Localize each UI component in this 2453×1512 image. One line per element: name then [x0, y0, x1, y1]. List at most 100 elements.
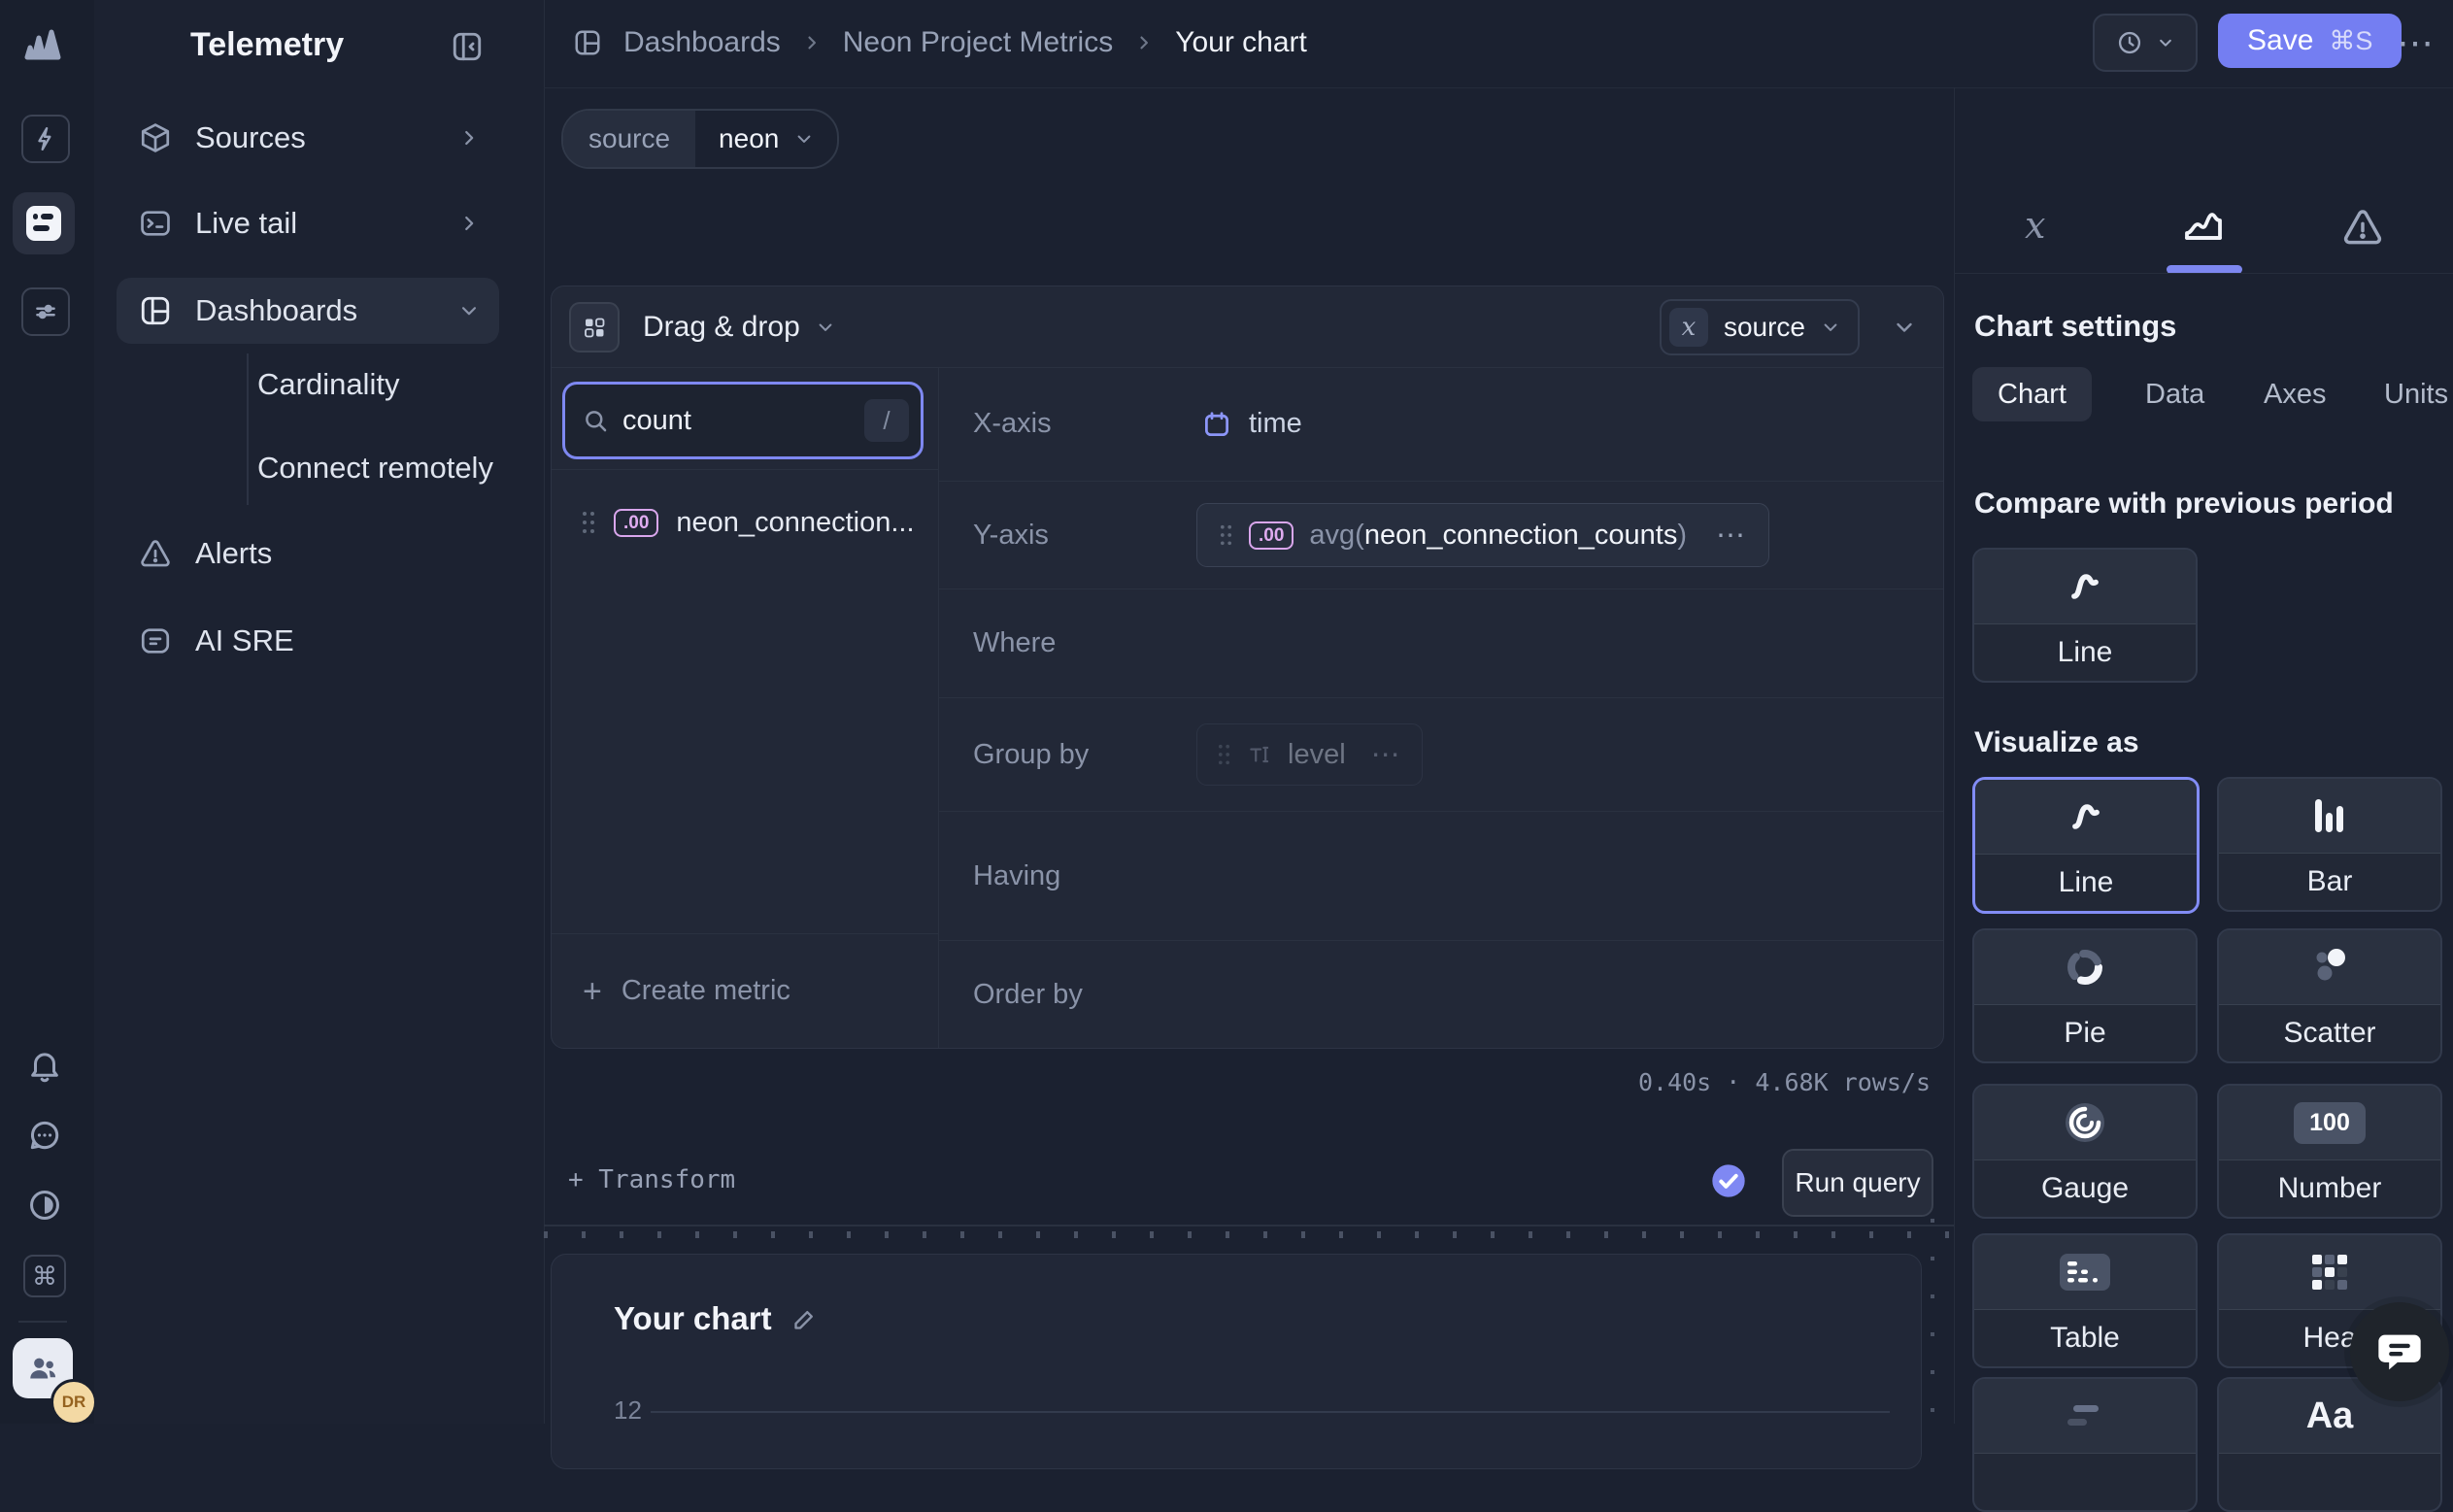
visualize-option-gauge[interactable]: Gauge	[1972, 1084, 2198, 1219]
chip-menu-icon[interactable]: ⋯	[1716, 519, 1747, 553]
heatmap-icon	[2308, 1251, 2351, 1294]
theme-contrast-icon[interactable]	[26, 1187, 63, 1224]
tab-chart[interactable]: Chart	[1972, 367, 2092, 421]
filter-value: neon	[719, 123, 779, 154]
sidebar-item-sources[interactable]: Sources	[94, 105, 544, 171]
collapse-sidebar-icon[interactable]	[450, 29, 485, 64]
stat-bars-icon	[2064, 1399, 2106, 1432]
edit-pencil-icon[interactable]	[791, 1306, 818, 1332]
query-builder-nav-icon[interactable]	[13, 192, 75, 254]
filter-key: source	[563, 111, 695, 167]
chat-fab[interactable]	[2350, 1302, 2449, 1401]
visualize-option-table[interactable]: Table	[1972, 1233, 2198, 1368]
source-filter-chip[interactable]: source neon	[561, 109, 839, 169]
scope-variable-pill[interactable]: x source	[1660, 299, 1860, 355]
query-builder-header: Drag & drop x source	[552, 286, 1943, 368]
sidebar-item-connect-remotely[interactable]: Connect remotely	[257, 451, 493, 486]
breadcrumb-board[interactable]: Neon Project Metrics	[843, 26, 1113, 59]
drag-drop-mode-icon[interactable]	[569, 302, 620, 353]
sidebar-item-dashboards[interactable]: Dashboards	[94, 278, 544, 344]
visualize-option-scatter[interactable]: Scatter	[2217, 928, 2442, 1063]
y-axis-row[interactable]: Y-axis .00 avg(neon_connection_counts) ⋯	[938, 481, 1943, 588]
number-100-icon: 100	[2294, 1102, 2366, 1144]
plus-icon: +	[583, 975, 602, 1008]
sliders-icon[interactable]	[21, 287, 70, 336]
breadcrumb-dashboards[interactable]: Dashboards	[623, 26, 781, 59]
group-by-chip[interactable]: level ⋯	[1196, 723, 1423, 786]
chart-tab-icon[interactable]	[2180, 202, 2227, 249]
more-menu-icon[interactable]: ⋯	[2397, 21, 2436, 65]
add-transform-button[interactable]: + Transform	[568, 1165, 735, 1194]
visualize-option-line[interactable]: Line	[1972, 777, 2200, 914]
where-row[interactable]: Where	[938, 588, 1943, 697]
time-range-button[interactable]	[2093, 14, 2198, 72]
compare-heading: Compare with previous period	[1974, 487, 2394, 521]
collapse-builder-icon[interactable]	[1893, 316, 1916, 339]
chevron-right-icon	[802, 33, 822, 52]
sidebar-item-ai-sre[interactable]: AI SRE	[94, 608, 544, 674]
metric-list-item[interactable]: .00 neon_connection...	[581, 493, 915, 552]
query-valid-check-icon	[1709, 1161, 1748, 1200]
order-by-row[interactable]: Order by	[938, 940, 1943, 1048]
chevron-down-icon	[2157, 34, 2174, 51]
y-axis-chip[interactable]: .00 avg(neon_connection_counts) ⋯	[1196, 503, 1769, 567]
aggregation-fn: avg(	[1309, 520, 1363, 551]
variables-tab-icon[interactable]: x	[2025, 204, 2045, 247]
visualize-option-number[interactable]: 100 Number	[2217, 1084, 2442, 1219]
chat-bubble-icon	[2374, 1327, 2425, 1377]
visualize-heading: Visualize as	[1974, 726, 2139, 759]
drag-handle-icon	[1217, 743, 1231, 766]
visualize-option-bar[interactable]: Bar	[2217, 777, 2442, 912]
save-button[interactable]: Save ⌘S	[2218, 14, 2402, 68]
having-row[interactable]: Having	[938, 811, 1943, 940]
visualize-option-pie[interactable]: Pie	[1972, 928, 2198, 1063]
compare-option-line[interactable]: Line	[1972, 548, 2198, 683]
flash-icon[interactable]	[21, 115, 70, 163]
sidebar-item-alerts[interactable]: Alerts	[94, 521, 544, 587]
sidebar: Telemetry Sources Live tail Dashboards C…	[94, 0, 545, 1424]
group-by-value: level	[1288, 739, 1346, 771]
number-metric-icon: .00	[1249, 521, 1294, 550]
shortcuts-icon[interactable]: ⌘	[23, 1255, 66, 1297]
gauge-icon	[2064, 1101, 2106, 1144]
aggregation-field: neon_connection_counts	[1364, 520, 1677, 551]
table-icon	[2058, 1251, 2112, 1294]
tab-data[interactable]: Data	[2145, 367, 2204, 421]
drag-handle-icon[interactable]	[1219, 523, 1233, 547]
clock-icon	[2116, 29, 2143, 56]
tab-units[interactable]: Units	[2384, 367, 2448, 421]
number-metric-icon: .00	[614, 509, 658, 537]
feedback-icon[interactable]	[26, 1117, 63, 1154]
sidebar-item-cardinality[interactable]: Cardinality	[257, 367, 399, 402]
panel-heading: Chart settings	[1974, 309, 2176, 344]
group-by-row[interactable]: Group by level ⋯	[938, 697, 1943, 811]
x-axis-row[interactable]: X-axis time	[938, 367, 1943, 481]
visualize-option-statistic[interactable]	[1972, 1377, 2198, 1512]
variable-x-icon: x	[1669, 308, 1708, 347]
sidebar-item-live-tail[interactable]: Live tail	[94, 190, 544, 256]
app-logo[interactable]	[21, 25, 64, 64]
run-query-button[interactable]: Run query	[1782, 1149, 1933, 1217]
line-chart-icon	[2062, 567, 2108, 606]
drag-handle-icon[interactable]	[581, 510, 596, 535]
text-field-icon	[1247, 742, 1272, 767]
scope-field: source	[1724, 312, 1805, 343]
chevron-right-icon	[458, 127, 480, 149]
query-builder: Drag & drop x source count / .00 neon_co…	[551, 286, 1944, 1049]
metric-search-input[interactable]: count /	[562, 382, 924, 459]
bell-icon[interactable]	[26, 1047, 63, 1084]
alert-triangle-icon	[137, 537, 174, 570]
warnings-tab-icon[interactable]	[2341, 206, 2384, 249]
mode-label[interactable]: Drag & drop	[643, 311, 800, 344]
query-rows: X-axis time Y-axis .00 avg(neon_connecti…	[938, 367, 1943, 1048]
query-stats: 0.40s · 4.68K rows/s	[551, 1068, 1931, 1096]
chevron-down-icon	[458, 300, 480, 321]
tab-axes[interactable]: Axes	[2264, 367, 2326, 421]
chevron-down-icon	[1821, 318, 1840, 337]
chart-settings-panel: x Chart settings Chart Data Axes Units C…	[1954, 87, 2453, 1424]
create-metric-button[interactable]: + Create metric	[552, 933, 938, 1048]
app-title: Telemetry	[190, 26, 344, 64]
rail-divider	[18, 1321, 67, 1323]
icon-rail: ⌘ DR	[0, 0, 95, 1424]
text-aa-icon: Aa	[2306, 1395, 2354, 1437]
